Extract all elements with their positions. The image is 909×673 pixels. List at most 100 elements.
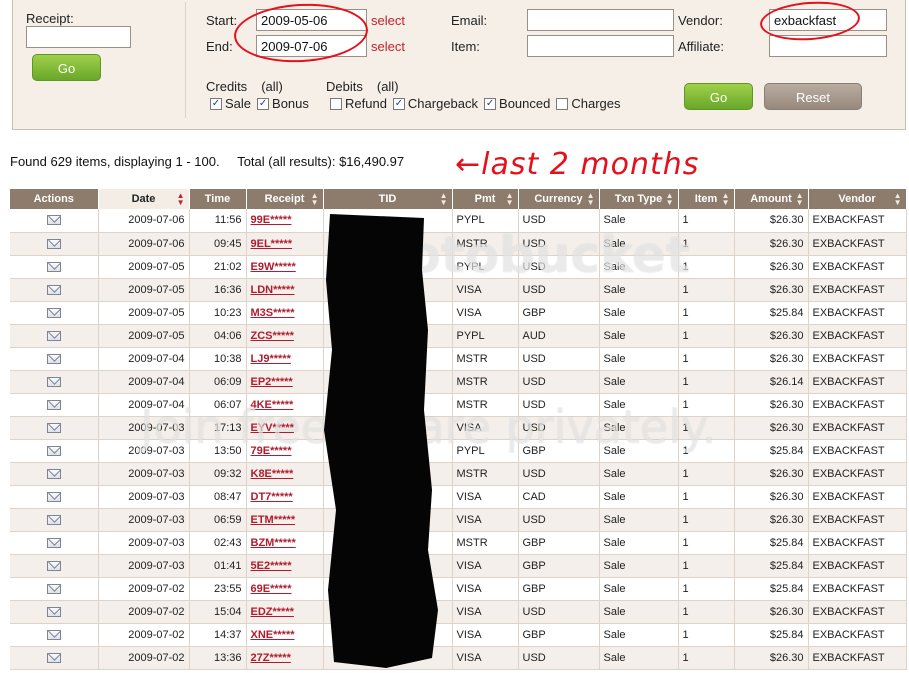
envelope-icon[interactable] [46, 353, 61, 364]
envelope-icon[interactable] [46, 468, 61, 479]
envelope-icon[interactable] [46, 376, 61, 387]
cell-receipt[interactable]: EP2***** [246, 370, 324, 394]
email-input[interactable] [527, 9, 674, 31]
column-header-amount[interactable]: Amount ▲ ▼ [734, 189, 809, 209]
cell-receipt[interactable]: 5E2***** [246, 554, 324, 578]
cell-date: 2009-07-04 [98, 370, 190, 394]
sort-arrows-icon: ▲ ▼ [665, 191, 674, 207]
cell-time: 09:45 [189, 232, 247, 256]
cell-receipt[interactable]: ZCS***** [246, 324, 324, 348]
column-header-time[interactable]: Time [189, 189, 247, 209]
sort-arrows-icon: ▲ ▼ [893, 191, 902, 207]
column-header-pmt[interactable]: Pmt ▲ ▼ [452, 189, 519, 209]
table-row: 2009-07-05 10:23 M3S***** VISA GBP Sale 1 $25.8… [10, 301, 907, 325]
table-body: 2009-07-06 11:56 99E***** PYPL USD Sale 1 $26.3… [10, 209, 907, 670]
envelope-icon[interactable] [46, 652, 61, 663]
envelope-icon[interactable] [46, 537, 61, 548]
cell-currency: USD [518, 232, 600, 256]
refund-checkbox[interactable] [330, 97, 342, 110]
cell-receipt[interactable]: K8E***** [246, 462, 324, 486]
cell-receipt[interactable]: DT7***** [246, 485, 324, 509]
cell-receipt[interactable]: EDZ***** [246, 600, 324, 624]
envelope-icon[interactable] [46, 629, 61, 640]
envelope-icon[interactable] [46, 307, 61, 318]
bounced-checkbox[interactable]: ✓ [484, 97, 497, 110]
debit-option-charges[interactable]: Charges [556, 96, 621, 111]
cell-receipt[interactable]: 79E***** [246, 439, 324, 463]
column-header-item[interactable]: Item ▲ ▼ [678, 189, 735, 209]
affiliate-input[interactable] [769, 35, 887, 57]
credit-option-sale[interactable]: ✓ Sale [210, 96, 251, 111]
envelope-icon[interactable] [46, 215, 61, 226]
go-button-right[interactable]: Go [684, 83, 753, 110]
column-header-tid[interactable]: TID ▲ ▼ [323, 189, 453, 209]
cell-receipt[interactable]: 9EL***** [246, 232, 324, 256]
sale-checkbox[interactable]: ✓ [210, 97, 222, 110]
reset-button[interactable]: Reset [764, 83, 862, 110]
envelope-icon[interactable] [46, 560, 61, 571]
sort-arrows-icon: ▲ ▼ [721, 191, 730, 207]
envelope-icon[interactable] [46, 583, 61, 594]
cell-receipt[interactable]: XNE***** [246, 623, 324, 647]
cell-pmt: MSTR [452, 370, 519, 394]
cell-actions [10, 531, 99, 555]
column-header-receipt[interactable]: Receipt ▲ ▼ [246, 189, 324, 209]
bonus-checkbox[interactable]: ✓ [257, 97, 270, 110]
cell-receipt[interactable]: 69E***** [246, 577, 324, 601]
column-header-currency[interactable]: Currency ▲ ▼ [518, 189, 600, 209]
debit-option-refund[interactable]: Refund [330, 96, 387, 111]
column-header-date[interactable]: Date ▲ ▼ [98, 189, 190, 209]
envelope-icon[interactable] [46, 284, 61, 295]
envelope-icon[interactable] [46, 422, 61, 433]
table-row: 2009-07-02 15:04 EDZ***** VISA USD Sale 1 $26.3… [10, 600, 907, 624]
vendor-input[interactable] [769, 9, 887, 31]
go-button-left[interactable]: Go [32, 54, 101, 81]
cell-receipt[interactable]: BZM***** [246, 531, 324, 555]
cell-amount: $26.14 [734, 370, 809, 394]
cell-time: 23:55 [189, 577, 247, 601]
start-date-input[interactable] [256, 9, 367, 31]
envelope-icon[interactable] [46, 399, 61, 410]
cell-currency: GBP [518, 554, 600, 578]
debit-option-chargeback[interactable]: ✓ Chargeback [392, 96, 478, 111]
envelope-icon[interactable] [46, 330, 61, 341]
cell-receipt[interactable]: M3S***** [246, 301, 324, 325]
cell-receipt[interactable]: 99E***** [246, 209, 324, 233]
cell-receipt[interactable]: LDN***** [246, 278, 324, 302]
cell-date: 2009-07-05 [98, 255, 190, 279]
table-row: 2009-07-02 14:37 XNE***** VISA GBP Sale 1 $25.8… [10, 623, 907, 647]
chargeback-checkbox[interactable]: ✓ [392, 97, 405, 110]
cell-tid [323, 554, 453, 578]
cell-receipt[interactable]: EYV***** [246, 416, 324, 440]
cell-time: 13:36 [189, 646, 247, 670]
debit-option-bounced[interactable]: ✓ Bounced [484, 96, 550, 111]
start-select-link[interactable]: select [371, 13, 405, 28]
cell-time: 15:04 [189, 600, 247, 624]
cell-receipt[interactable]: 4KE***** [246, 393, 324, 417]
cell-receipt[interactable]: 27Z***** [246, 646, 324, 670]
envelope-icon[interactable] [46, 606, 61, 617]
debits-all-link[interactable]: (all) [377, 79, 399, 94]
cell-receipt[interactable]: ETM***** [246, 508, 324, 532]
cell-receipt[interactable]: LJ9***** [246, 347, 324, 371]
end-date-input[interactable] [256, 35, 367, 57]
column-header-vendor[interactable]: Vendor ▲ ▼ [808, 189, 907, 209]
item-input[interactable] [527, 35, 674, 57]
cell-amount: $26.30 [734, 324, 809, 348]
column-header-txn-type[interactable]: Txn Type ▲ ▼ [599, 189, 679, 209]
envelope-icon[interactable] [46, 514, 61, 525]
end-select-link[interactable]: select [371, 39, 405, 54]
table-row: 2009-07-02 13:36 27Z***** VISA USD Sale 1 $26.3… [10, 646, 907, 670]
cell-txn-type: Sale [599, 554, 679, 578]
envelope-icon[interactable] [46, 261, 61, 272]
receipt-input[interactable] [26, 26, 131, 48]
cell-tid [323, 393, 453, 417]
envelope-icon[interactable] [46, 445, 61, 456]
cell-receipt[interactable]: E9W***** [246, 255, 324, 279]
credit-option-bonus[interactable]: ✓ Bonus [257, 96, 309, 111]
cell-time: 06:09 [189, 370, 247, 394]
envelope-icon[interactable] [46, 491, 61, 502]
envelope-icon[interactable] [46, 238, 61, 249]
charges-checkbox[interactable] [556, 97, 569, 110]
credits-all-link[interactable]: (all) [261, 79, 283, 94]
